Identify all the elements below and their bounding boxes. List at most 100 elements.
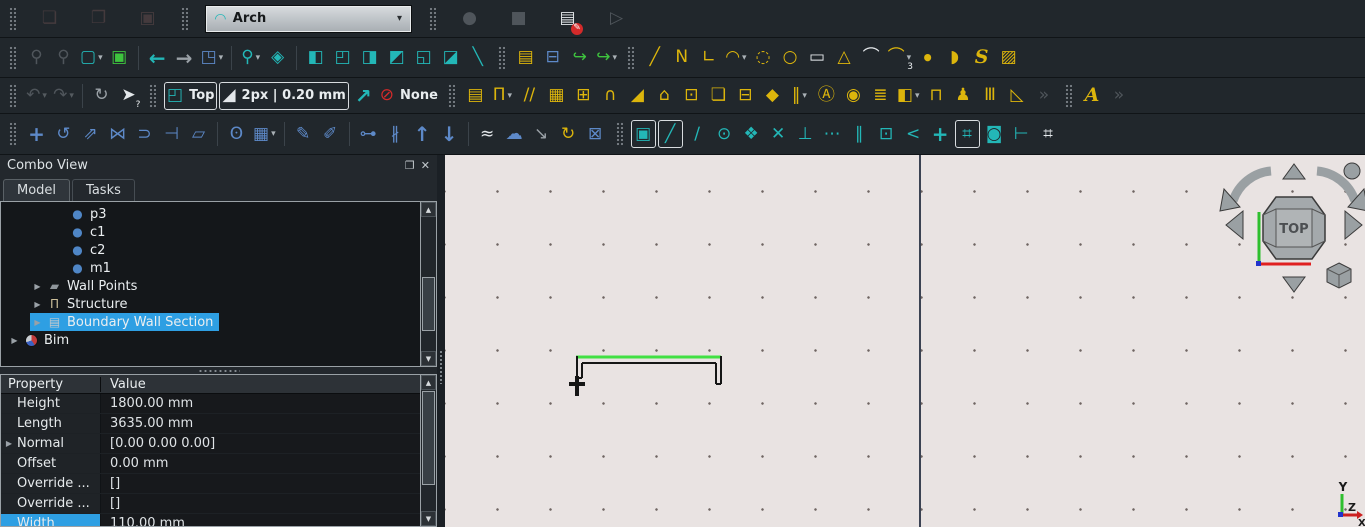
tree-item-boundary-wall-section[interactable]: ▶▤Boundary Wall Section [1,313,420,331]
nav-arrow-down-icon[interactable] [1283,277,1305,292]
wall-drawing[interactable] [569,356,721,396]
draft-split-tool[interactable]: ∦ [383,120,408,148]
nav-forward-button[interactable]: → [172,44,197,72]
shape-2d-view-tool[interactable]: ⊠ [583,120,608,148]
top-view-button[interactable]: ◰ [330,44,355,72]
expand-arrow-icon[interactable]: ▶ [30,318,45,327]
draft-polyline-tool[interactable]: N [669,44,694,72]
undo-button[interactable]: ↶▾ [24,82,49,110]
draw-style-button[interactable]: ▢▾ [78,44,105,72]
snap-endpoint-button[interactable]: ╱ [658,120,683,148]
chevron-down-icon[interactable]: ▾ [98,53,103,63]
snap-ortho-button[interactable]: + [928,120,953,148]
snap-intersection-button[interactable]: ✕ [766,120,791,148]
axis-tool[interactable]: Ⓐ [814,82,839,110]
stairs-tool[interactable]: ≣ [868,82,893,110]
fit-all-button[interactable]: ⚲ [24,44,49,72]
macro-edit-button[interactable]: ▤✎ [555,5,580,33]
snap-center-button[interactable]: ⊙ [712,120,737,148]
axonometric-view-button[interactable]: ◈ [265,44,290,72]
toolbar-grip[interactable] [9,122,16,146]
redo-button[interactable]: ↷▾ [51,82,76,110]
building-part-tool[interactable]: ∩ [598,82,623,110]
toolbar-overflow-button-2[interactable]: » [1107,82,1132,110]
curtain-wall-tool[interactable]: ▦ [544,82,569,110]
property-scrollbar[interactable]: ▲ ▼ [420,375,436,526]
property-row-override[interactable]: Override ...[] [1,494,420,514]
draft-clone-tool[interactable]: ʘ [224,120,249,148]
toolbar-grip[interactable] [1065,84,1072,108]
open-folder-button[interactable]: ⊟ [540,44,565,72]
level-tool[interactable]: ⊡ [679,82,704,110]
measure-tool-button[interactable]: ╲ [465,44,490,72]
draft-orient-tool[interactable]: ↻ [556,120,581,148]
nav-back-button[interactable]: ← [145,44,170,72]
selection-box-button[interactable]: ▣ [107,44,132,72]
draft-point-ops-tool[interactable]: ☁ [502,120,527,148]
property-name-cell[interactable]: Offset [1,454,101,473]
apply-style-button[interactable]: ↗ [351,82,376,110]
chevron-down-icon[interactable]: ▾ [802,91,807,101]
scroll-down-icon[interactable]: ▼ [421,351,436,366]
property-value[interactable]: 110.00 mm [101,514,420,526]
toolbar-grip[interactable] [616,122,623,146]
chevron-down-icon[interactable]: ▾ [42,91,47,101]
snap-dimensions-button[interactable]: ⊢ [1009,120,1034,148]
property-name-cell[interactable]: Width [1,514,101,526]
reference-tool[interactable]: ◆ [760,82,785,110]
toolbar-grip[interactable] [149,84,156,108]
draft-move-tool[interactable]: + [24,120,49,148]
save-button[interactable]: ▣ [135,5,160,33]
close-panel-icon[interactable]: ✕ [421,159,430,172]
chevron-down-icon[interactable]: ▾ [508,91,513,101]
snap-perpendicular-button[interactable]: ⊥ [793,120,818,148]
tree-item-c2[interactable]: ●c2 [1,241,420,259]
snap-angle-button[interactable]: ❖ [739,120,764,148]
draft-ellipse-tool[interactable]: ○ [778,44,803,72]
fit-selection-button[interactable]: ⚲ [51,44,76,72]
chevron-down-icon[interactable]: ▾ [256,53,261,63]
chevron-down-icon[interactable]: ▾ [69,91,74,101]
toolbar-grip[interactable] [498,46,505,70]
toolbar-grip[interactable] [9,7,16,31]
macro-execute-button[interactable]: ▷ [604,5,629,33]
frame-tool[interactable]: ⊓ [924,82,949,110]
refresh-button[interactable]: ↻ [89,82,114,110]
draft-offset-tool[interactable]: ⊃ [132,120,157,148]
bim-library-button[interactable]: ▤ [513,44,538,72]
wire-to-bspline-tool[interactable]: ≈ [475,120,500,148]
snap-extension-button[interactable]: ⋯ [820,120,845,148]
wall-tool[interactable]: ▤ [463,82,488,110]
nav-arrow-left-icon[interactable] [1226,211,1243,239]
snap-parallel-button[interactable]: ∥ [847,120,872,148]
wall-outline[interactable] [577,356,721,384]
schedule-tool[interactable]: ⊟ [733,82,758,110]
chevron-down-icon[interactable]: ▾ [397,13,402,24]
site-tool[interactable]: ◉ [841,82,866,110]
draft-array-tool[interactable]: ▦▾ [251,120,278,148]
draft-subelement-tool[interactable]: ✐ [318,120,343,148]
tree-scrollbar[interactable]: ▲ ▼ [420,202,436,366]
toolbar-grip[interactable] [9,84,16,108]
property-name-cell[interactable]: Override ... [1,494,101,513]
draft-bspline-tool[interactable]: ⌒ [859,44,884,72]
tree-scrollbar-thumb[interactable] [422,277,435,331]
property-row-normal[interactable]: ▶Normal[0.00 0.00 0.00] [1,434,420,454]
draft-slope-tool[interactable]: ↘ [529,120,554,148]
toolbar-grip[interactable] [448,84,455,108]
property-value[interactable]: 0.00 mm [101,454,420,473]
draft-fillet-tool[interactable]: ∟ [696,44,721,72]
tab-tasks[interactable]: Tasks [72,179,135,201]
zoom-tools-button[interactable]: ⚲▾ [238,44,263,72]
rebar-tool[interactable]: // [517,82,542,110]
draft-shapestring-tool[interactable]: S [969,44,994,72]
tree-item-wall-points[interactable]: ▶▰Wall Points [1,277,420,295]
chevron-down-icon[interactable]: ▾ [907,53,912,63]
working-plane-button[interactable]: ◰Top [164,82,217,110]
property-value[interactable]: [] [101,474,420,493]
panel-splitter-handle[interactable] [0,367,437,374]
draft-downgrade-tool[interactable]: ↓ [437,120,462,148]
property-name-cell[interactable]: Override ... [1,474,101,493]
draft-circle-tool[interactable]: ◌ [751,44,776,72]
navigation-cube[interactable]: TOP [1220,163,1365,292]
